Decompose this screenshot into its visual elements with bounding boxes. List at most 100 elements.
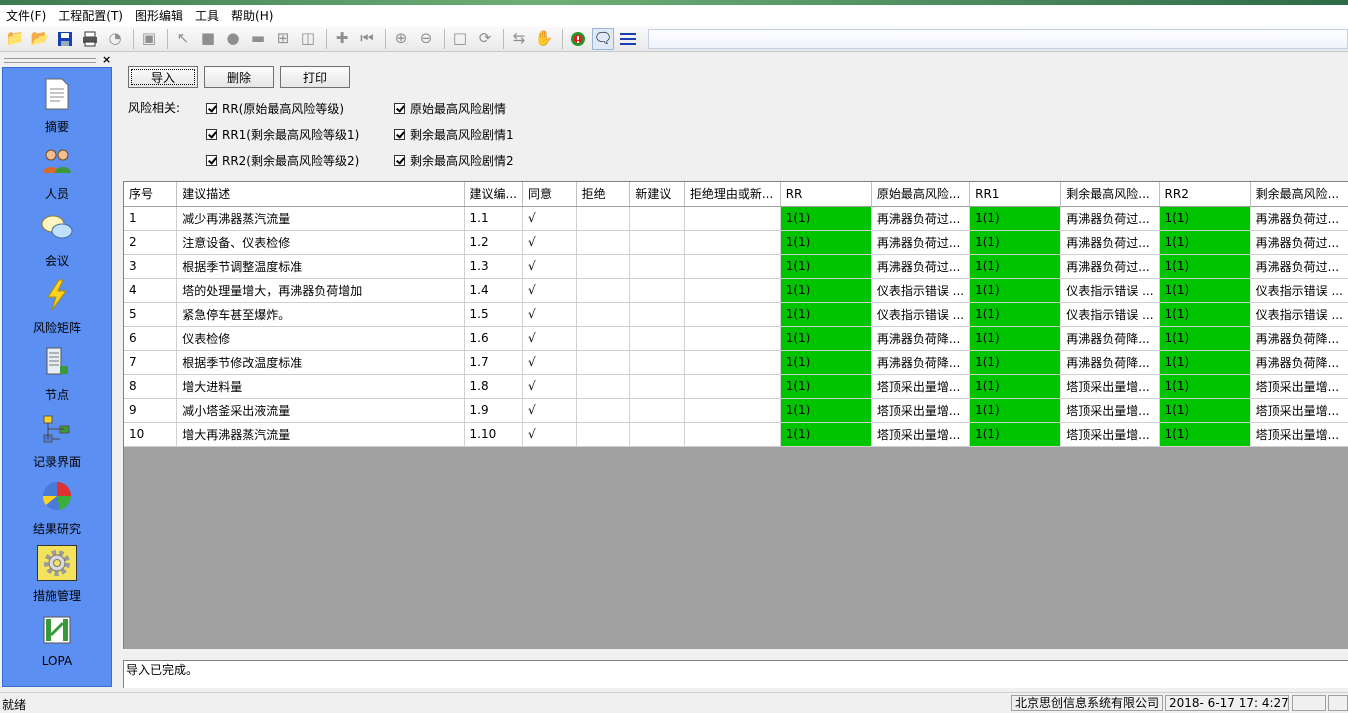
table-cell[interactable]: 6 [124, 326, 178, 351]
table-cell[interactable]: 再沸器负荷过... [1060, 230, 1160, 255]
menu-graphic-edit[interactable]: 图形编辑 [129, 6, 189, 26]
table-cell[interactable]: 1(1) [780, 206, 872, 231]
table-cell[interactable] [576, 374, 631, 399]
table-cell[interactable]: 仪表指示错误 ... [871, 278, 971, 303]
table-cell[interactable]: 9 [124, 398, 178, 423]
table-cell[interactable] [684, 230, 781, 255]
table-cell[interactable]: 1(1) [1159, 326, 1251, 351]
close-icon[interactable]: × [102, 53, 111, 66]
column-header[interactable]: 原始最高风险... [871, 182, 971, 207]
table-cell[interactable]: 再沸器负荷降... [871, 350, 971, 375]
sidebar-item-lopa[interactable]: LOPA [3, 606, 111, 672]
table-cell[interactable] [576, 206, 631, 231]
table-cell[interactable]: 塔顶采出量增... [1060, 398, 1160, 423]
table-cell[interactable] [684, 374, 781, 399]
table-cell[interactable] [684, 350, 781, 375]
table-cell[interactable]: 1(1) [969, 302, 1062, 327]
table-cell[interactable]: 1(1) [1159, 350, 1251, 375]
table-cell[interactable]: 1.1 [464, 206, 523, 231]
first-icon[interactable]: ⏮ [356, 28, 378, 50]
puzzle-icon[interactable]: ✚ [331, 28, 353, 50]
table-cell[interactable]: 塔顶采出量增... [1060, 374, 1160, 399]
table-cell[interactable]: 塔顶采出量增... [1250, 374, 1348, 399]
table-cell[interactable] [629, 422, 685, 447]
table-cell[interactable]: 仪表指示错误 ... [1250, 278, 1348, 303]
table-cell[interactable] [684, 254, 781, 279]
table-cell[interactable]: 1.9 [464, 398, 523, 423]
checkbox-rr[interactable]: RR(原始最高风险等级) [206, 100, 344, 117]
table-cell[interactable]: 1(1) [780, 398, 872, 423]
block-icon[interactable]: ▬ [247, 28, 269, 50]
table-row[interactable]: 9 减小塔釜采出液流量 1.9 √ 1(1) 塔顶采出量增... 1(1) 塔顶采出量增...… [124, 398, 1348, 423]
column-header[interactable]: 建议编... [464, 182, 523, 207]
table-cell[interactable] [629, 398, 685, 423]
table-cell[interactable]: 塔顶采出量增... [871, 422, 971, 447]
table-cell[interactable]: 5 [124, 302, 178, 327]
checkbox-original-scenario[interactable]: 原始最高风险剧情 [394, 100, 506, 117]
table-cell[interactable]: 根据季节调整温度标准 [176, 254, 465, 279]
table-cell[interactable] [629, 326, 685, 351]
table-cell[interactable]: 8 [124, 374, 178, 399]
delete-button[interactable]: 删除 [204, 66, 274, 88]
table-cell[interactable]: 再沸器负荷过... [1250, 254, 1348, 279]
table-cell[interactable]: 1.2 [464, 230, 523, 255]
table-cell[interactable] [576, 422, 631, 447]
menu-help[interactable]: 帮助(H) [225, 6, 279, 26]
table-cell[interactable]: 仪表检修 [176, 326, 465, 351]
table-cell[interactable]: 再沸器负荷降... [1060, 326, 1160, 351]
table-row[interactable]: 1 减少再沸器蒸汽流量 1.1 √ 1(1) 再沸器负荷过... 1(1) 再沸器负荷过...… [124, 206, 1348, 231]
table-cell[interactable]: 1.7 [464, 350, 523, 375]
checkbox-box[interactable] [394, 155, 405, 166]
column-header[interactable]: RR1 [969, 182, 1062, 207]
table-cell[interactable]: 1.8 [464, 374, 523, 399]
table-cell[interactable]: 1(1) [969, 206, 1062, 231]
zoom-in-icon[interactable]: ⊕ [390, 28, 412, 50]
table-cell[interactable]: 2 [124, 230, 178, 255]
table-cell[interactable]: 增大进料量 [176, 374, 465, 399]
table-cell[interactable]: 1(1) [969, 230, 1062, 255]
table-row[interactable]: 6 仪表检修 1.6 √ 1(1) 再沸器负荷降... 1(1) 再沸器负荷降... 1(1) 再… [124, 326, 1348, 351]
checkbox-residual-scenario-2[interactable]: 剩余最高风险剧情2 [394, 152, 514, 169]
table-cell[interactable] [576, 350, 631, 375]
column-header[interactable]: RR2 [1159, 182, 1251, 207]
table-cell[interactable] [576, 278, 631, 303]
table-cell[interactable]: 1(1) [969, 374, 1062, 399]
table-cell[interactable]: 仪表指示错误 ... [1060, 278, 1160, 303]
table-cell[interactable]: √ [522, 350, 577, 375]
table-cell[interactable]: 1(1) [969, 350, 1062, 375]
table-cell[interactable]: √ [522, 206, 577, 231]
menu-tools[interactable]: 工具 [189, 6, 225, 26]
pointer-icon[interactable]: ↖ [172, 28, 194, 50]
open-folder-icon[interactable]: 📂 [29, 28, 51, 50]
save-icon[interactable] [54, 28, 76, 50]
table-cell[interactable] [576, 254, 631, 279]
table-cell[interactable]: √ [522, 230, 577, 255]
table-cell[interactable]: 再沸器负荷过... [1250, 230, 1348, 255]
folder-icon[interactable]: ▣ [138, 28, 160, 50]
zoom-out-icon[interactable]: ⊖ [415, 28, 437, 50]
table-cell[interactable]: 1(1) [969, 254, 1062, 279]
table-cell[interactable]: 1(1) [780, 254, 872, 279]
table-cell[interactable]: 1(1) [1159, 398, 1251, 423]
table-row[interactable]: 4 塔的处理量增大，再沸器负荷增加 1.4 √ 1(1) 仪表指示错误 ... 1(1) 仪表… [124, 278, 1348, 303]
sync-icon[interactable]: ⇆ [508, 28, 530, 50]
column-header[interactable]: 剩余最高风险... [1060, 182, 1160, 207]
table-cell[interactable]: 1.10 [464, 422, 523, 447]
table-cell[interactable] [684, 326, 781, 351]
checkbox-box[interactable] [206, 129, 217, 140]
circle-icon[interactable]: ● [222, 28, 244, 50]
chat-icon[interactable]: 🗨 [592, 27, 614, 50]
refresh-icon[interactable]: ⟳ [474, 28, 496, 50]
table-cell[interactable] [576, 302, 631, 327]
table-cell[interactable]: √ [522, 302, 577, 327]
table-cell[interactable]: 1(1) [780, 230, 872, 255]
checkbox-box[interactable] [394, 129, 405, 140]
table-cell[interactable]: 减小塔釜采出液流量 [176, 398, 465, 423]
table-cell[interactable]: 1(1) [780, 326, 872, 351]
table-cell[interactable] [629, 350, 685, 375]
table-cell[interactable]: 再沸器负荷过... [871, 230, 971, 255]
table-cell[interactable]: 1(1) [969, 326, 1062, 351]
table-cell[interactable]: 1(1) [1159, 302, 1251, 327]
table-row[interactable]: 3 根据季节调整温度标准 1.3 √ 1(1) 再沸器负荷过... 1(1) 再沸器负荷过..… [124, 254, 1348, 279]
table-cell[interactable] [629, 374, 685, 399]
